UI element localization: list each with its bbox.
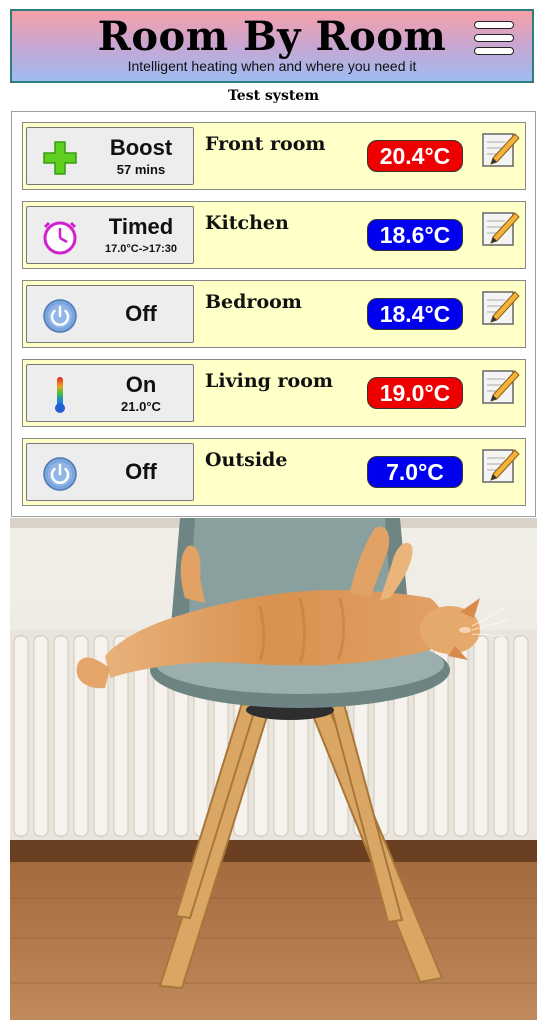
app-title: Room By Room (97, 13, 447, 60)
app-header: Room By Room Intelligent heating when an… (10, 9, 534, 83)
power-icon (43, 299, 77, 333)
room-name: Front room (205, 133, 326, 155)
edit-pencil-icon[interactable] (481, 365, 521, 405)
mode-button[interactable]: Off (26, 285, 194, 343)
temperature-badge: 19.0°C (367, 377, 463, 409)
room-name: Bedroom (205, 291, 302, 313)
thermometer-icon (55, 377, 65, 413)
edit-pencil-icon[interactable] (481, 207, 521, 247)
app-subtitle: Intelligent heating when and where you n… (127, 58, 417, 74)
room-row-bedroom: Off Bedroom 18.4°C (22, 280, 526, 348)
hamburger-menu-icon[interactable] (474, 21, 514, 55)
mode-label: Off (125, 459, 157, 484)
temperature-badge: 20.4°C (367, 140, 463, 172)
mode-label: On (125, 372, 157, 397)
room-row-outside: Off Outside 7.0°C (22, 438, 526, 506)
room-row-front-room: Boost 57 mins Front room 20.4°C (22, 122, 526, 190)
room-row-kitchen: Timed 17.0°C->17:30 Kitchen 18.6°C (22, 201, 526, 269)
cat-on-chair-photo (10, 518, 537, 1020)
mode-detail: 21.0°C (121, 399, 161, 414)
mode-button[interactable]: Off (26, 443, 194, 501)
mode-label: Boost (109, 135, 173, 160)
room-name: Kitchen (205, 212, 289, 234)
clock-icon (43, 221, 77, 255)
mode-button[interactable]: Timed 17.0°C->17:30 (26, 206, 194, 264)
edit-pencil-icon[interactable] (481, 128, 521, 168)
plus-icon (43, 141, 77, 175)
mode-detail: 57 mins (116, 162, 166, 177)
temperature-badge: 18.6°C (367, 219, 463, 251)
temperature-badge: 18.4°C (367, 298, 463, 330)
room-name: Living room (205, 370, 334, 392)
mode-button[interactable]: Boost 57 mins (26, 127, 194, 185)
system-label: Test system (227, 88, 320, 104)
room-row-living-room: On 21.0°C Living room 19.0°C (22, 359, 526, 427)
power-icon (43, 457, 77, 491)
room-name: Outside (205, 449, 288, 471)
rooms-panel: Boost 57 mins Front room 20.4°C Timed 17… (11, 111, 536, 517)
mode-label: Timed (108, 214, 174, 239)
edit-pencil-icon[interactable] (481, 286, 521, 326)
edit-pencil-icon[interactable] (481, 444, 521, 484)
mode-label: Off (125, 301, 157, 326)
mode-detail: 17.0°C->17:30 (105, 243, 177, 255)
mode-button[interactable]: On 21.0°C (26, 364, 194, 422)
temperature-badge: 7.0°C (367, 456, 463, 488)
